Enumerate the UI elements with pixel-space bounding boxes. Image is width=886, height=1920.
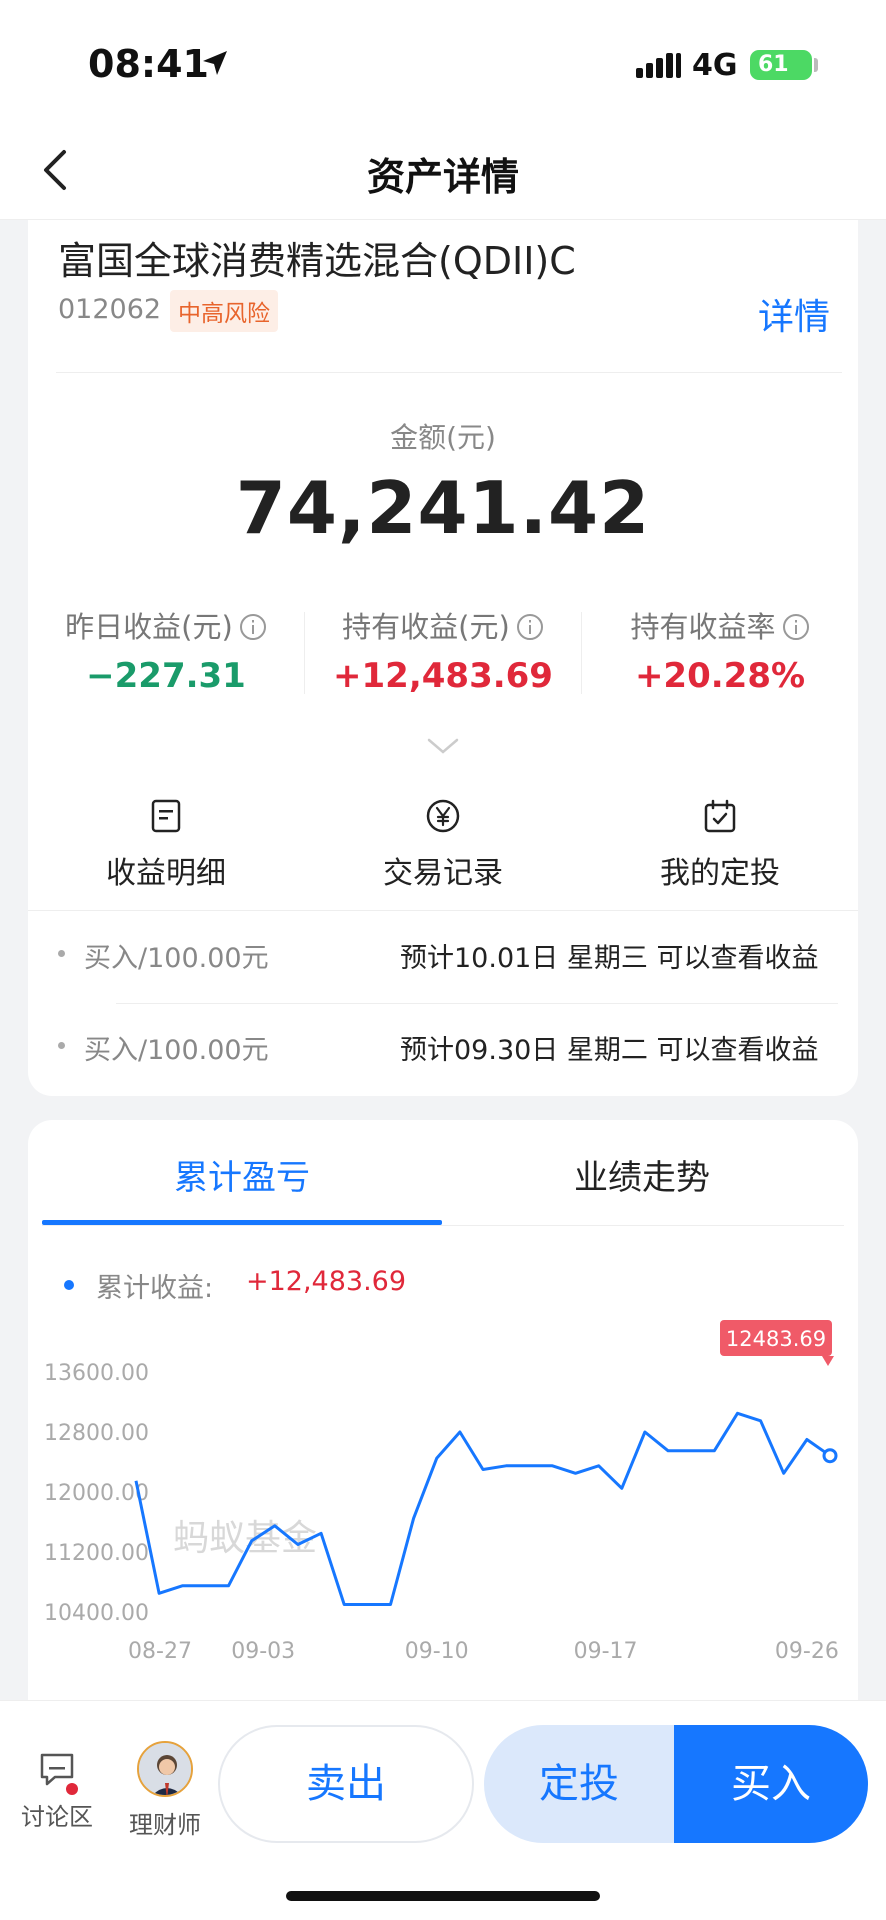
- pending-desc: 预计10.01日 星期三 可以查看收益: [400, 943, 819, 974]
- tab-divider: [42, 1225, 844, 1226]
- metric-label-text: 持有收益率: [630, 610, 776, 644]
- nav-bar: 资产详情: [0, 120, 886, 220]
- metric-yesterday-profit[interactable]: 昨日收益(元) −227.31: [28, 604, 304, 698]
- amount-label: 金额(元): [390, 421, 496, 454]
- pending-type: 买入/100.00元: [84, 1035, 269, 1066]
- status-bar: 08:41 4G 61: [0, 0, 886, 120]
- doc-icon: [151, 799, 181, 833]
- last-point-marker: [822, 1448, 838, 1464]
- calendar-icon: [704, 799, 736, 833]
- battery-level: 61: [758, 52, 789, 77]
- metric-holding-profit[interactable]: 持有收益(元) +12,483.69: [305, 604, 581, 698]
- cellular-signal-icon: [636, 53, 681, 78]
- profit-line-chart[interactable]: 13600.00 12800.00 12000.00 11200.00 10400.00…: [28, 1320, 858, 1700]
- y-tick-label: 11200.00: [44, 1541, 149, 1566]
- tab-performance-trend[interactable]: 业绩走势: [442, 1150, 842, 1199]
- status-time: 08:41: [88, 42, 209, 86]
- person-icon: [139, 1743, 191, 1795]
- metric-label-text: 持有收益(元): [342, 610, 510, 644]
- discussion-label: 讨论区: [21, 1803, 93, 1831]
- home-indicator: [286, 1891, 600, 1901]
- metric-label: 昨日收益(元): [28, 604, 304, 646]
- avatar: [137, 1741, 193, 1797]
- metric-value: −227.31: [86, 656, 246, 696]
- chart-card: 累计盈亏 业绩走势 累计收益: +12,483.69 13600.00 12800…: [28, 1120, 858, 1700]
- asset-card: 富国全球消费精选混合(QDII)C 012062 中高风险 详情 金额(元) 7…: [28, 220, 858, 1096]
- pending-transaction-row[interactable]: 买入/100.00元 预计10.01日 星期三 可以查看收益: [58, 912, 838, 1004]
- info-icon[interactable]: [782, 613, 810, 641]
- info-icon[interactable]: [239, 613, 267, 641]
- divider: [56, 372, 842, 373]
- callout-text: 12483.69: [726, 1327, 826, 1351]
- fund-detail-link[interactable]: 详情: [758, 288, 830, 340]
- action-label: 我的定投: [660, 856, 780, 891]
- sip-button[interactable]: 定投: [484, 1725, 674, 1843]
- last-value-callout: 12483.69: [720, 1320, 834, 1366]
- metric-holding-rate[interactable]: 持有收益率 +20.28%: [582, 604, 858, 698]
- page-title: 资产详情: [366, 155, 519, 199]
- action-trade-records[interactable]: 交易记录: [305, 798, 581, 892]
- legend-dot: [64, 1280, 74, 1290]
- sell-button[interactable]: 卖出: [218, 1725, 474, 1843]
- bottom-action-bar: 讨论区 理财师 卖出 定投 买入: [0, 1700, 886, 1920]
- x-tick-label: 09-26: [775, 1639, 839, 1664]
- fund-code: 012062: [58, 294, 162, 325]
- battery-icon: 61: [750, 50, 812, 80]
- location-arrow-icon: [203, 51, 227, 75]
- advisor-label: 理财师: [129, 1811, 201, 1839]
- action-label: 收益明细: [106, 856, 226, 891]
- battery-tip: [814, 58, 818, 72]
- x-tick-label: 09-10: [405, 1639, 469, 1664]
- metric-value: +12,483.69: [333, 656, 553, 696]
- expand-chevron-down-icon[interactable]: [426, 736, 460, 756]
- action-profit-detail[interactable]: 收益明细: [28, 798, 304, 892]
- metric-value: +20.28%: [634, 656, 806, 696]
- action-my-sip[interactable]: 我的定投: [582, 798, 858, 892]
- risk-badge: 中高风险: [170, 290, 278, 332]
- info-icon[interactable]: [516, 613, 544, 641]
- x-tick-label: 09-17: [574, 1639, 638, 1664]
- network-type: 4G: [692, 48, 738, 83]
- yen-icon: [426, 799, 460, 833]
- y-tick-label: 12800.00: [44, 1421, 149, 1446]
- legend-label: 累计收益:: [96, 1273, 214, 1304]
- bullet-dot: [58, 950, 65, 957]
- series-line: [134, 1411, 831, 1606]
- callout-arrow: [822, 1356, 834, 1366]
- discussion-button[interactable]: 讨论区: [2, 1741, 112, 1832]
- y-tick-label: 10400.00: [44, 1601, 149, 1626]
- x-tick-label: 08-27: [128, 1639, 192, 1664]
- y-tick-label: 13600.00: [44, 1361, 149, 1386]
- divider: [28, 910, 858, 911]
- notification-dot: [66, 1783, 78, 1795]
- action-label: 交易记录: [383, 856, 503, 891]
- tab-cumulative-pnl[interactable]: 累计盈亏: [42, 1150, 442, 1199]
- pending-desc: 预计09.30日 星期二 可以查看收益: [400, 1035, 819, 1066]
- metric-label: 持有收益率: [582, 604, 858, 646]
- y-tick-label: 12000.00: [44, 1481, 149, 1506]
- legend-value: +12,483.69: [246, 1266, 407, 1297]
- advisor-button[interactable]: 理财师: [110, 1741, 220, 1840]
- amount-value: 74,241.42: [235, 466, 651, 550]
- metric-label-text: 昨日收益(元): [65, 610, 233, 644]
- buy-button[interactable]: 买入: [674, 1725, 868, 1843]
- pending-transaction-row[interactable]: 买入/100.00元 预计09.30日 星期二 可以查看收益: [58, 1004, 838, 1096]
- bullet-dot: [58, 1042, 65, 1049]
- fund-name: 富国全球消费精选混合(QDII)C: [58, 239, 576, 283]
- pending-type: 买入/100.00元: [84, 943, 269, 974]
- metric-label: 持有收益(元): [305, 604, 581, 646]
- tab-active-underline: [42, 1220, 442, 1225]
- x-tick-label: 09-03: [231, 1639, 295, 1664]
